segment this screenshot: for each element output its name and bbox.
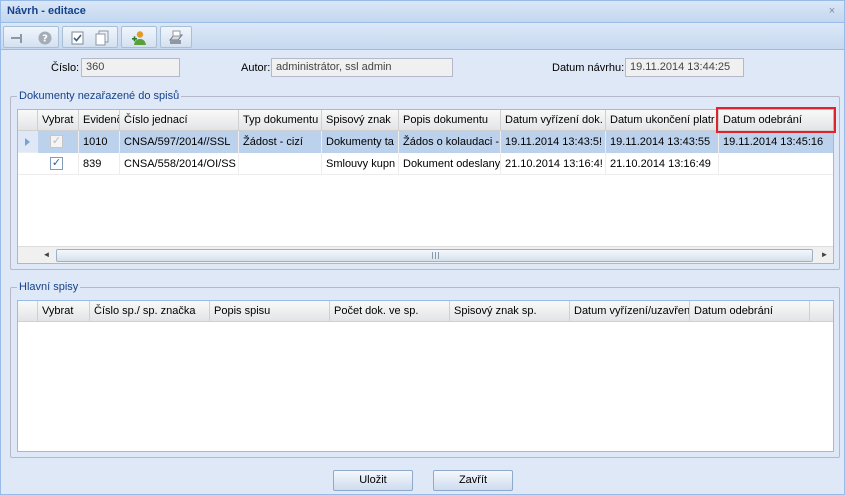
table-row[interactable]: ✓ 839 CNSA/558/2014/OI/SS Smlouvy kupn D…: [18, 153, 833, 175]
autor-label: Autor:: [241, 62, 271, 74]
select-checkbox[interactable]: ✓: [50, 135, 63, 148]
cell-datum-vyrizeni: 21.10.2014 13:16:4!: [501, 153, 606, 175]
toolbar-group-2: [62, 26, 118, 48]
col-header-cislo-jednaci[interactable]: Číslo jednací: [120, 110, 239, 131]
main-files-fieldset: Hlavní spisy Vybrat Číslo sp./ sp. značk…: [10, 281, 840, 458]
toolbar: ?: [1, 24, 844, 50]
row-selected-marker: [18, 131, 38, 153]
col-header-popis-dokumentu[interactable]: Popis dokumentu: [399, 110, 501, 131]
col-header-popis-spisu[interactable]: Popis spisu: [210, 301, 330, 322]
highlight-box: [716, 107, 836, 133]
cell-evidencni: 839: [79, 153, 120, 175]
edit-window: Návrh - editace × ? Číslo: 360 Autor: ad…: [0, 0, 845, 495]
row-marker: [18, 153, 38, 175]
documents-horizontal-scrollbar[interactable]: ◄ ►: [18, 246, 833, 263]
col-header-datum-ukonceni[interactable]: Datum ukončení platr: [606, 110, 719, 131]
close-button[interactable]: Zavřít: [433, 470, 513, 491]
cell-popis-dokumentu: Dokument odeslany: [399, 153, 501, 175]
scroll-left-icon[interactable]: ◄: [38, 247, 55, 263]
cell-popis-dokumentu: Žádos o kolaudaci -: [399, 131, 501, 153]
col-header-vybrat[interactable]: Vybrat: [38, 110, 79, 131]
row-marker-header: [18, 301, 38, 322]
select-cell: ✓: [38, 153, 79, 175]
col-header-vybrat[interactable]: Vybrat: [38, 301, 90, 322]
cell-datum-vyrizeni: 19.11.2014 13:43:5!: [501, 131, 606, 153]
main-files-legend: Hlavní spisy: [17, 281, 81, 293]
main-files-grid-header: Vybrat Číslo sp./ sp. značka Popis spisu…: [18, 301, 833, 322]
col-header-pocet-dok[interactable]: Počet dok. ve sp.: [330, 301, 450, 322]
table-row[interactable]: ✓ 1010 CNSA/597/2014//SSL Žádost - cizí …: [18, 131, 833, 153]
toolbar-group-3: [121, 26, 157, 48]
cell-evidencni: 1010: [79, 131, 120, 153]
save-button[interactable]: Uložit: [333, 470, 413, 491]
col-header-typ-dokumentu[interactable]: Typ dokumentu: [239, 110, 322, 131]
col-header-cislo-spisu[interactable]: Číslo sp./ sp. značka: [90, 301, 210, 322]
close-icon[interactable]: ×: [826, 5, 838, 17]
cislo-field[interactable]: 360: [81, 58, 180, 77]
toolbar-group-1: ?: [3, 26, 59, 48]
cell-datum-odebrani: 19.11.2014 13:45:16: [719, 131, 833, 153]
documents-legend: Dokumenty nezařazené do spisů: [17, 90, 182, 102]
col-header-spisovy-znak-sp[interactable]: Spisový znak sp.: [450, 301, 570, 322]
user-add-icon[interactable]: [130, 29, 148, 47]
row-marker-header: [18, 110, 38, 131]
remove-row-icon[interactable]: [8, 29, 26, 47]
svg-text:?: ?: [42, 34, 48, 45]
copy-icon[interactable]: [93, 29, 111, 47]
autor-field[interactable]: administrátor, ssl admin: [271, 58, 453, 77]
col-header-spisovy-znak[interactable]: Spisový znak: [322, 110, 399, 131]
toolbar-group-4: [160, 26, 192, 48]
help-icon[interactable]: ?: [36, 29, 54, 47]
documents-grid: Vybrat Evidenč Číslo jednací Typ dokumen…: [17, 109, 834, 264]
title-bar: Návrh - editace ×: [1, 1, 844, 23]
cislo-label: Číslo:: [51, 62, 80, 74]
cell-spisovy-znak: Dokumenty ta: [322, 131, 399, 153]
datum-navrhu-label: Datum návrhu:: [552, 62, 625, 74]
col-header-datum-odebrani[interactable]: Datum odebrání: [690, 301, 810, 322]
scroll-right-icon[interactable]: ►: [816, 247, 833, 263]
cell-cislo-jednaci: CNSA/558/2014/OI/SS: [120, 153, 239, 175]
cell-cislo-jednaci: CNSA/597/2014//SSL: [120, 131, 239, 153]
select-cell: ✓: [38, 131, 79, 153]
main-files-grid: Vybrat Číslo sp./ sp. značka Popis spisu…: [17, 300, 834, 452]
cell-typ-dokumentu: [239, 153, 322, 175]
documents-grid-header: Vybrat Evidenč Číslo jednací Typ dokumen…: [18, 110, 833, 131]
col-header-evidencni[interactable]: Evidenč: [79, 110, 120, 131]
col-header-datum-vyrizeni[interactable]: Datum vyřízení dok.: [501, 110, 606, 131]
col-header-datum-vyrizeni-uzavreni[interactable]: Datum vyřízení/uzavřen: [570, 301, 690, 322]
datum-navrhu-field[interactable]: 19.11.2014 13:44:25: [625, 58, 744, 77]
cell-datum-odebrani: [719, 153, 833, 175]
cell-datum-ukonceni: 19.11.2014 13:43:55: [606, 131, 719, 153]
window-title: Návrh - editace: [7, 5, 86, 17]
cell-datum-ukonceni: 21.10.2014 13:16:49: [606, 153, 719, 175]
checklist-icon[interactable]: [69, 29, 87, 47]
cell-typ-dokumentu: Žádost - cizí: [239, 131, 322, 153]
print-icon[interactable]: [167, 29, 185, 47]
cell-spisovy-znak: Smlouvy kupn: [322, 153, 399, 175]
scrollbar-thumb[interactable]: [56, 249, 813, 262]
select-checkbox[interactable]: ✓: [50, 157, 63, 170]
